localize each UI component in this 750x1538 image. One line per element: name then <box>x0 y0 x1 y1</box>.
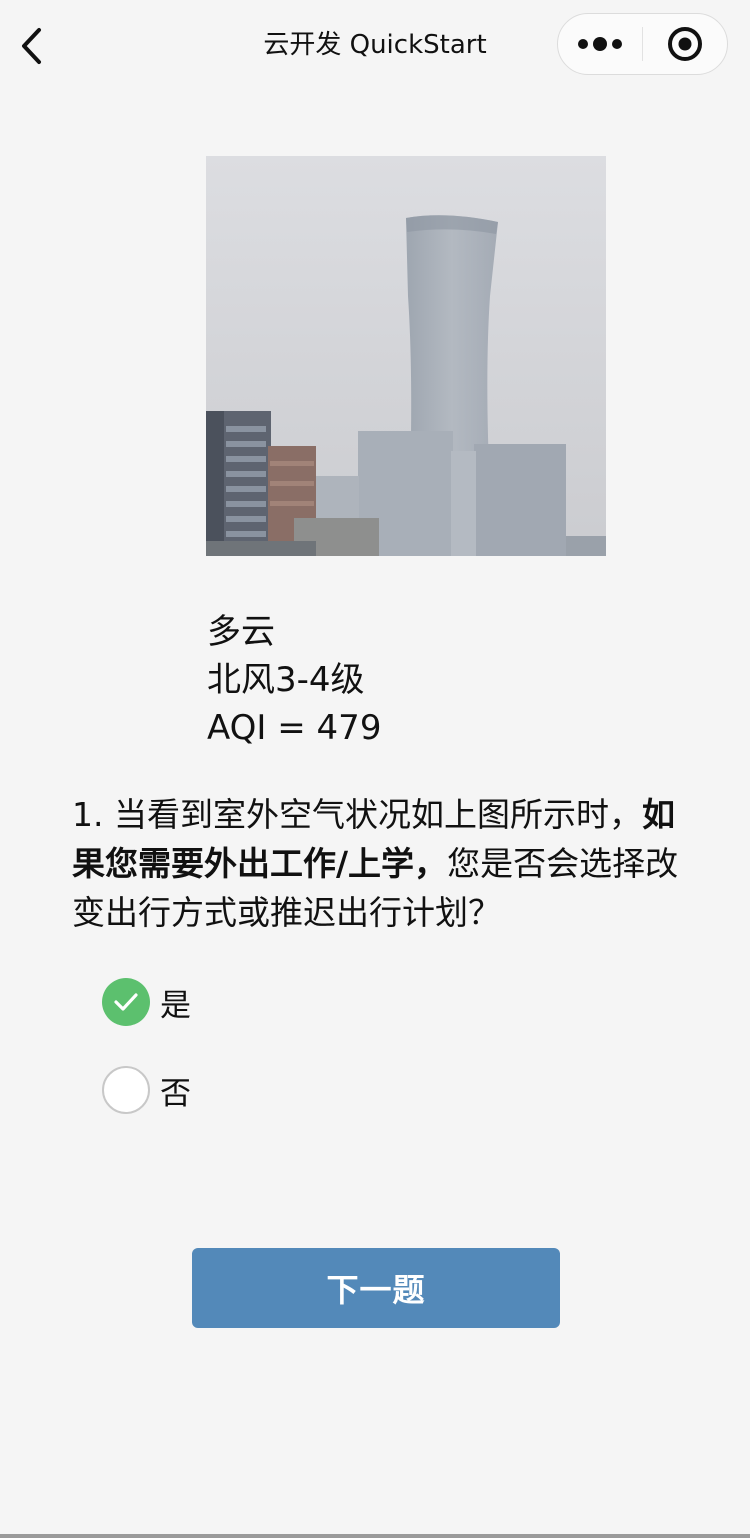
option-no[interactable]: 否 <box>102 1065 191 1115</box>
option-label: 否 <box>160 1075 191 1112</box>
air-quality-photo <box>206 156 606 556</box>
radio-checked[interactable] <box>102 978 150 1026</box>
weather-condition: 多云 <box>207 612 275 652</box>
back-button[interactable] <box>12 24 52 68</box>
more-button[interactable] <box>558 13 642 75</box>
next-question-button[interactable]: 下一题 <box>192 1248 560 1328</box>
chevron-left-icon <box>22 28 41 64</box>
question-text: 1. 当看到室外空气状况如上图所示时，如果您需要外出工作/上学，您是否会选择改变… <box>72 790 692 937</box>
wind-level: 北风3-4级 <box>207 660 365 700</box>
navigation-bar: 云开发 QuickStart <box>0 0 750 90</box>
aqi-value: AQI = 479 <box>207 708 382 748</box>
more-dots-icon <box>578 37 622 51</box>
target-circle-icon <box>667 27 702 61</box>
option-label: 是 <box>160 987 191 1024</box>
question-prefix: 1. 当看到室外空气状况如上图所示时， <box>72 795 642 834</box>
capsule-menu <box>557 13 728 75</box>
page-title: 云开发 QuickStart <box>263 30 487 60</box>
bottom-edge-line <box>0 1534 750 1538</box>
weather-info: 多云 北风3-4级 AQI = 479 <box>207 608 381 752</box>
close-miniprogram-button[interactable] <box>643 13 727 75</box>
checkmark-icon <box>114 993 138 1011</box>
radio-unchecked[interactable] <box>102 1066 150 1114</box>
option-yes[interactable]: 是 <box>102 977 191 1027</box>
